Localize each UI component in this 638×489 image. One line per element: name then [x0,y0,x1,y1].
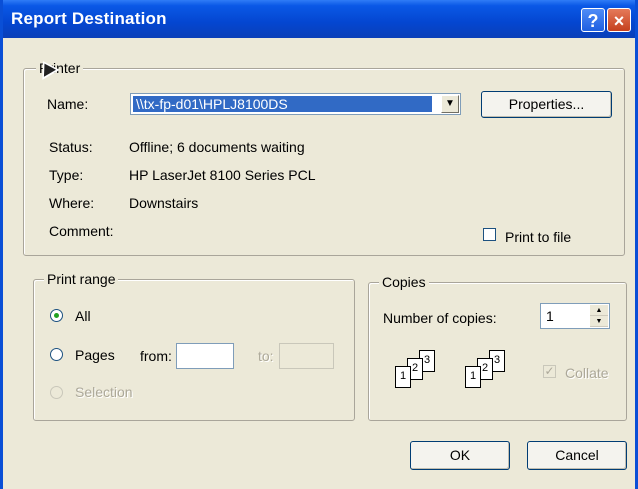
ok-button[interactable]: OK [410,441,510,470]
dropdown-arrow-icon[interactable]: ▼ [441,95,459,113]
number-of-copies-value: 1 [546,308,554,324]
close-button[interactable]: × [607,8,631,32]
spinner-buttons[interactable]: ▲ ▼ [590,305,608,327]
print-to-file-label[interactable]: Print to file [505,229,571,245]
page-icon: 1 [395,366,411,388]
to-page-input[interactable] [279,343,334,369]
collate-label[interactable]: Collate [565,365,609,381]
printer-name-value: \\tx-fp-d01\HPLJ8100DS [133,96,432,112]
from-page-input[interactable] [176,343,234,369]
cancel-button[interactable]: Cancel [527,441,627,470]
printer-name-dropdown[interactable]: \\tx-fp-d01\HPLJ8100DS ▼ [130,93,461,115]
name-label: Name: [47,96,89,112]
where-label: Where: [49,195,95,211]
title-bar[interactable]: Report Destination ? × [3,0,635,38]
help-button[interactable]: ? [581,8,605,32]
where-value: Downstairs [129,195,199,211]
status-value: Offline; 6 documents waiting [129,139,305,155]
properties-button[interactable]: Properties... [481,91,612,118]
status-label: Status: [49,139,93,155]
print-range-group-label: Print range [44,271,119,287]
number-of-copies-label: Number of copies: [383,310,497,326]
from-label: from: [140,348,172,364]
pages-label[interactable]: Pages [75,347,115,363]
all-radio[interactable] [50,309,63,322]
collate-checkbox[interactable]: ✓ [543,365,556,378]
comment-label: Comment: [49,223,114,239]
selection-label[interactable]: Selection [75,384,133,400]
dialog-title: Report Destination [11,9,167,28]
number-of-copies-spinner[interactable]: 1 ▲ ▼ [540,303,610,329]
spin-up-icon[interactable]: ▲ [590,305,608,316]
print-to-file-checkbox[interactable] [483,228,496,241]
spin-down-icon[interactable]: ▼ [590,316,608,327]
copies-group-label: Copies [379,274,429,290]
report-destination-dialog: Report Destination ? × Printer Name: \\t… [0,0,638,489]
page-icon: 1 [465,366,481,388]
to-label: to: [258,348,274,364]
selection-radio[interactable] [50,386,63,399]
pages-radio[interactable] [50,348,63,361]
type-value: HP LaserJet 8100 Series PCL [129,167,316,183]
all-label[interactable]: All [75,308,91,324]
type-label: Type: [49,167,84,183]
